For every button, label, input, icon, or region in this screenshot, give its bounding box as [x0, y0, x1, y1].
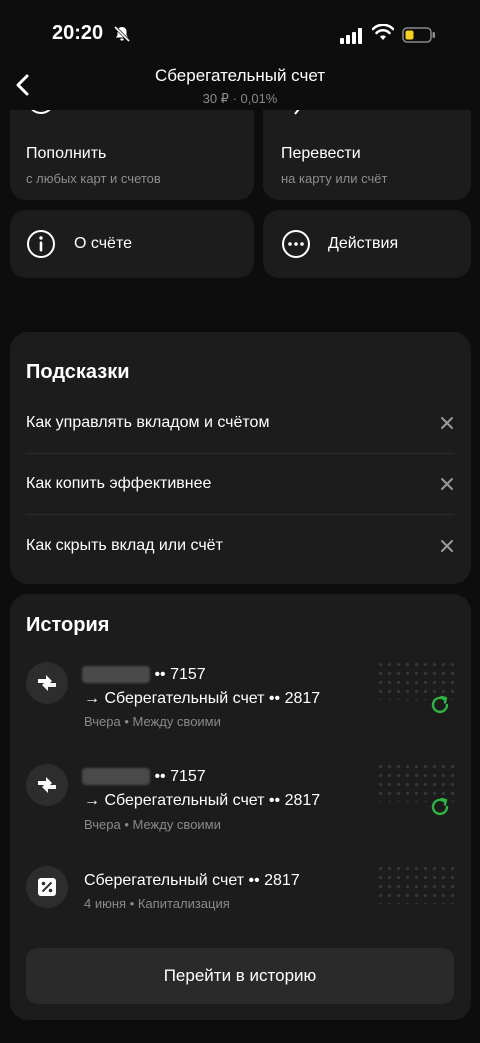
refresh-icon[interactable]: [429, 796, 451, 818]
top-up-title: Пополнить: [26, 145, 107, 162]
history-from: •• 7157: [82, 666, 206, 684]
tip-item[interactable]: Как управлять вкладом и счётом: [26, 393, 454, 454]
history-title-line: Сберегательный счет •• 2817: [84, 872, 300, 889]
page-title-text: Сберегательный счет: [154, 66, 326, 85]
more-actions-button[interactable]: Действия: [263, 210, 471, 278]
about-account-button[interactable]: О счёте: [10, 210, 254, 278]
masked-account-name: [82, 768, 150, 786]
tip-label: Как управлять вкладом и счётом: [26, 414, 270, 431]
bell-muted-icon-top: [113, 25, 131, 43]
history-meta: 4 июня • Капитализация: [84, 896, 230, 911]
history-item[interactable]: Сберегательный счет •• 2817 4 июня • Кап…: [26, 864, 454, 916]
cellular-signal-icon-top: [340, 28, 362, 44]
tip-label: Как скрыть вклад или счёт: [26, 536, 223, 554]
top-up-subtitle: с любых карт и счетов: [26, 171, 161, 186]
history-from-suffix: •• 7157: [154, 768, 206, 785]
more-actions-label: Действия: [328, 235, 399, 252]
battery-icon-top: [402, 27, 435, 43]
wifi-icon-top: [372, 24, 394, 40]
masked-account-name: [82, 666, 150, 684]
close-icon[interactable]: [440, 539, 454, 553]
history-from: •• 7157: [82, 768, 206, 786]
close-icon[interactable]: [440, 477, 454, 491]
page-subtitle-text: 30 ₽ · 0,01%: [202, 91, 278, 106]
transfer-subtitle: на карту или счёт: [281, 171, 388, 186]
percent-icon: [26, 866, 68, 908]
history-item[interactable]: •• 7157 → Сберегательный счет •• 2817 Вч…: [26, 762, 454, 840]
info-icon: [27, 230, 55, 258]
tip-label: Как копить эффективнее: [26, 475, 212, 492]
history-to: → Сберегательный счет •• 2817: [84, 792, 321, 809]
about-account-label: О счёте: [74, 235, 132, 252]
history-meta: Вчера • Между своими: [84, 714, 221, 729]
history-meta: Вчера • Между своими: [84, 817, 221, 832]
status-time-text: 20:20: [52, 22, 104, 44]
transfer-title: Перевести: [281, 145, 361, 162]
refresh-icon[interactable]: [429, 694, 451, 716]
close-icon[interactable]: [440, 416, 454, 430]
history-from-suffix: •• 7157: [154, 666, 206, 683]
history-title: История: [26, 614, 110, 636]
masked-amount: [376, 864, 454, 904]
back-arrow-icon[interactable]: [8, 70, 38, 100]
tips-title: Подсказки: [26, 361, 130, 383]
tip-item[interactable]: Как скрыть вклад или счёт: [26, 515, 454, 576]
history-to: → Сберегательный счет •• 2817: [84, 690, 321, 707]
transfer-arrows-icon: [26, 764, 68, 806]
history-item[interactable]: •• 7157 → Сберегательный счет •• 2817 Вч…: [26, 660, 454, 738]
tip-item[interactable]: Как копить эффективнее: [26, 454, 454, 515]
go-to-history-button[interactable]: Перейти в историю: [26, 948, 454, 1004]
transfer-arrows-icon: [26, 662, 68, 704]
more-icon: [282, 230, 310, 258]
